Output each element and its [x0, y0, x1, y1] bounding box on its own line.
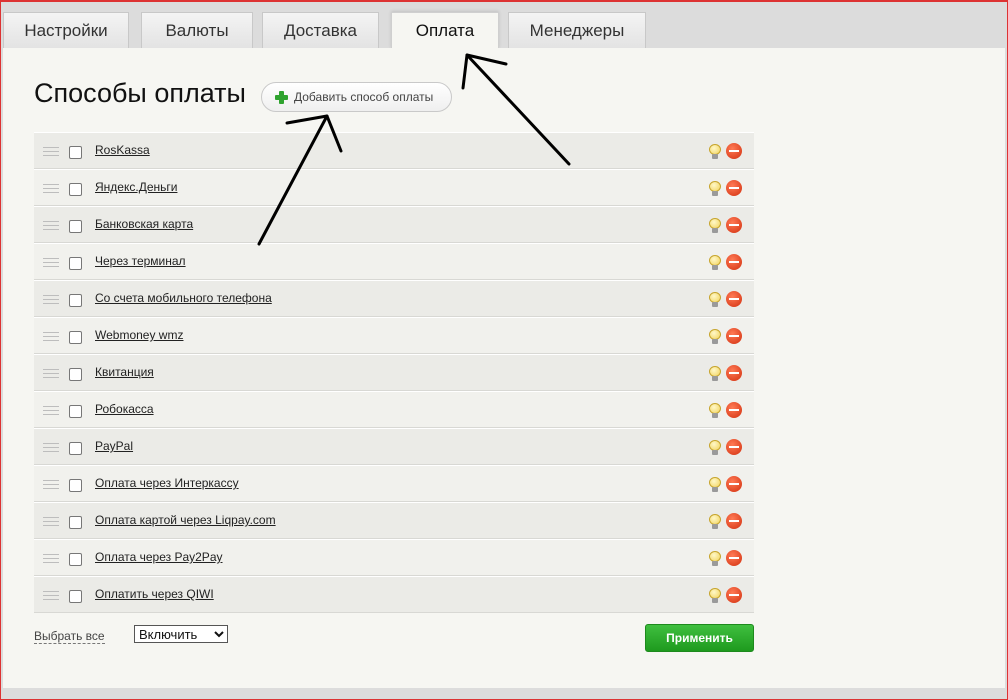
- table-row: PayPal: [34, 428, 754, 465]
- table-row: Оплата через Pay2Pay: [34, 539, 754, 576]
- table-row: Оплатить через QIWI: [34, 576, 754, 613]
- payment-method-link[interactable]: Оплата картой через Liqpay.com: [95, 513, 276, 527]
- drag-handle-icon[interactable]: [43, 517, 59, 527]
- drag-handle-icon[interactable]: [43, 406, 59, 416]
- payment-method-link[interactable]: Через терминал: [95, 254, 186, 268]
- bulb-icon[interactable]: [708, 477, 722, 493]
- payment-method-link[interactable]: Квитанция: [95, 365, 154, 379]
- payment-method-link[interactable]: Оплата через Pay2Pay: [95, 550, 223, 564]
- row-checkbox[interactable]: [69, 146, 82, 159]
- payment-method-link[interactable]: PayPal: [95, 439, 133, 453]
- delete-icon[interactable]: [726, 587, 742, 603]
- row-checkbox[interactable]: [69, 368, 82, 381]
- table-row: Яндекс.Деньги: [34, 169, 754, 206]
- main-content: Способы оплаты Добавить способ оплаты Ro…: [3, 48, 1005, 688]
- drag-handle-icon[interactable]: [43, 480, 59, 490]
- bulb-icon[interactable]: [708, 329, 722, 345]
- delete-icon[interactable]: [726, 365, 742, 381]
- drag-handle-icon[interactable]: [43, 295, 59, 305]
- bulb-icon[interactable]: [708, 218, 722, 234]
- tab-payment[interactable]: Оплата: [391, 12, 499, 49]
- bulb-icon[interactable]: [708, 181, 722, 197]
- delete-icon[interactable]: [726, 291, 742, 307]
- table-row: Webmoney wmz: [34, 317, 754, 354]
- bulb-icon[interactable]: [708, 292, 722, 308]
- payment-method-link[interactable]: Оплата через Интеркассу: [95, 476, 239, 490]
- delete-icon[interactable]: [726, 550, 742, 566]
- tab-currencies[interactable]: Валюты: [141, 12, 253, 48]
- row-checkbox[interactable]: [69, 442, 82, 455]
- row-checkbox[interactable]: [69, 220, 82, 233]
- payment-method-link[interactable]: Webmoney wmz: [95, 328, 183, 342]
- apply-button[interactable]: Применить: [645, 624, 754, 652]
- drag-handle-icon[interactable]: [43, 258, 59, 268]
- row-checkbox[interactable]: [69, 590, 82, 603]
- delete-icon[interactable]: [726, 143, 742, 159]
- delete-icon[interactable]: [726, 476, 742, 492]
- payment-method-link[interactable]: RosKassa: [95, 143, 150, 157]
- drag-handle-icon[interactable]: [43, 221, 59, 231]
- delete-icon[interactable]: [726, 254, 742, 270]
- bulb-icon[interactable]: [708, 144, 722, 160]
- delete-icon[interactable]: [726, 513, 742, 529]
- drag-handle-icon[interactable]: [43, 591, 59, 601]
- row-checkbox[interactable]: [69, 183, 82, 196]
- delete-icon[interactable]: [726, 439, 742, 455]
- page-title: Способы оплаты: [34, 78, 246, 108]
- table-row: Оплата картой через Liqpay.com: [34, 502, 754, 539]
- table-row: RosKassa: [34, 132, 754, 169]
- row-checkbox[interactable]: [69, 331, 82, 344]
- drag-handle-icon[interactable]: [43, 443, 59, 453]
- drag-handle-icon[interactable]: [43, 554, 59, 564]
- row-checkbox[interactable]: [69, 405, 82, 418]
- bulb-icon[interactable]: [708, 588, 722, 604]
- delete-icon[interactable]: [726, 402, 742, 418]
- table-row: Квитанция: [34, 354, 754, 391]
- delete-icon[interactable]: [726, 180, 742, 196]
- payment-method-link[interactable]: Оплатить через QIWI: [95, 587, 214, 601]
- list-footer: Выбрать все Включить Применить: [34, 624, 754, 655]
- drag-handle-icon[interactable]: [43, 332, 59, 342]
- bulb-icon[interactable]: [708, 440, 722, 456]
- table-row: Оплата через Интеркассу: [34, 465, 754, 502]
- row-checkbox[interactable]: [69, 257, 82, 270]
- row-checkbox[interactable]: [69, 294, 82, 307]
- row-checkbox[interactable]: [69, 516, 82, 529]
- bulb-icon[interactable]: [708, 366, 722, 382]
- bulk-action-select[interactable]: Включить: [134, 625, 228, 643]
- bulb-icon[interactable]: [708, 514, 722, 530]
- drag-handle-icon[interactable]: [43, 369, 59, 379]
- table-row: Со счета мобильного телефона: [34, 280, 754, 317]
- bulb-icon[interactable]: [708, 255, 722, 271]
- payment-method-link[interactable]: Робокасса: [95, 402, 154, 416]
- tab-managers[interactable]: Менеджеры: [508, 12, 646, 48]
- payment-methods-list: RosKassa Яндекс.Деньги Банковская карта Чер…: [34, 132, 754, 613]
- payment-method-link[interactable]: Банковская карта: [95, 217, 193, 231]
- drag-handle-icon[interactable]: [43, 147, 59, 157]
- table-row: Робокасса: [34, 391, 754, 428]
- plus-icon: [275, 91, 288, 104]
- delete-icon[interactable]: [726, 328, 742, 344]
- bulb-icon[interactable]: [708, 403, 722, 419]
- row-checkbox[interactable]: [69, 479, 82, 492]
- table-row: Банковская карта: [34, 206, 754, 243]
- payment-method-link[interactable]: Яндекс.Деньги: [95, 180, 177, 194]
- select-all-link[interactable]: Выбрать все: [34, 629, 105, 644]
- add-payment-method-button[interactable]: Добавить способ оплаты: [261, 82, 452, 112]
- delete-icon[interactable]: [726, 217, 742, 233]
- bulb-icon[interactable]: [708, 551, 722, 567]
- tab-delivery[interactable]: Доставка: [262, 12, 379, 48]
- table-row: Через терминал: [34, 243, 754, 280]
- drag-handle-icon[interactable]: [43, 184, 59, 194]
- payment-method-link[interactable]: Со счета мобильного телефона: [95, 291, 272, 305]
- add-button-label: Добавить способ оплаты: [294, 90, 434, 104]
- row-checkbox[interactable]: [69, 553, 82, 566]
- tab-settings[interactable]: Настройки: [3, 12, 129, 48]
